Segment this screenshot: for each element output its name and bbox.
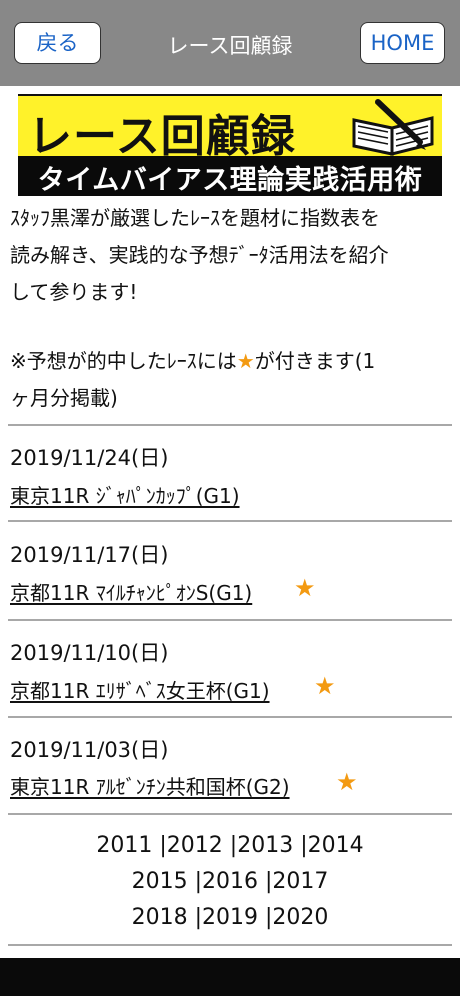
divider bbox=[8, 520, 452, 522]
home-button[interactable]: HOME bbox=[360, 22, 445, 64]
book-pen-icon bbox=[352, 99, 434, 156]
intro-line: 読み解き、実践的な予想ﾃﾞｰﾀ活用法を紹介 bbox=[10, 243, 389, 267]
banner: レース回顧録 タイムバイアス理論実践活用術 bbox=[18, 94, 442, 196]
divider bbox=[8, 619, 452, 621]
year-link[interactable]: |2020 bbox=[265, 905, 328, 930]
notice-line: ※予想が的中したﾚｰｽには★が付きます(1 bbox=[10, 343, 450, 380]
race-date: 2019/11/03(日) bbox=[10, 738, 169, 762]
divider bbox=[8, 716, 452, 718]
year-link[interactable]: 2011 bbox=[96, 833, 152, 858]
banner-subtitle: タイムバイアス理論実践活用術 bbox=[37, 165, 423, 196]
race-link[interactable]: 東京11R ｼﾞｬﾊﾟﾝｶｯﾌﾟ(G1) bbox=[10, 480, 240, 509]
divider bbox=[8, 944, 452, 946]
back-button[interactable]: 戻る bbox=[14, 22, 101, 64]
page-title: レース回顧録 bbox=[167, 34, 293, 58]
year-archive: 2011 |2012 |2013 |2014 2015 |2016 |2017 … bbox=[0, 828, 460, 936]
year-row: 2018 |2019 |2020 bbox=[0, 900, 460, 936]
footer-bar bbox=[0, 958, 460, 996]
year-link[interactable]: |2019 bbox=[195, 905, 258, 930]
notice-prefix: ※予想が的中したﾚｰｽには bbox=[10, 349, 237, 373]
race-link[interactable]: 京都11R ﾏｲﾙﾁｬﾝﾋﾟｵﾝS(G1) bbox=[10, 577, 252, 606]
divider bbox=[8, 424, 452, 426]
year-link[interactable]: |2016 bbox=[195, 869, 258, 894]
star-icon: ★ bbox=[314, 672, 336, 700]
year-link[interactable]: |2013 bbox=[230, 833, 293, 858]
year-link[interactable]: 2018 bbox=[132, 905, 188, 930]
race-link[interactable]: 京都11R ｴﾘｻﾞﾍﾞｽ女王杯(G1) bbox=[10, 675, 270, 704]
year-link[interactable]: |2012 bbox=[159, 833, 222, 858]
notice-line: ヶ月分掲載) bbox=[10, 386, 118, 410]
header-bar: 戻る レース回顧録 HOME bbox=[0, 0, 460, 86]
notice-suffix: が付きます(1 bbox=[254, 349, 376, 373]
hit-notice: ※予想が的中したﾚｰｽには★が付きます(1 ヶ月分掲載) bbox=[10, 343, 450, 417]
race-link[interactable]: 東京11R ｱﾙｾﾞﾝﾁﾝ共和国杯(G2) bbox=[10, 771, 290, 800]
year-link[interactable]: 2015 bbox=[132, 869, 188, 894]
star-icon: ★ bbox=[236, 349, 255, 373]
divider bbox=[8, 813, 452, 815]
banner-bottom: タイムバイアス理論実践活用術 bbox=[18, 156, 442, 196]
intro-text: ｽﾀｯﾌ黒澤が厳選したﾚｰｽを題材に指数表を 読み解き、実践的な予想ﾃﾞｰﾀ活用… bbox=[10, 200, 450, 311]
banner-title: レース回顧録 bbox=[28, 111, 296, 162]
race-date: 2019/11/10(日) bbox=[10, 641, 169, 665]
intro-line: して参ります! bbox=[10, 280, 138, 304]
race-date: 2019/11/24(日) bbox=[10, 446, 169, 470]
race-date: 2019/11/17(日) bbox=[10, 543, 169, 567]
star-icon: ★ bbox=[294, 574, 316, 602]
intro-line: ｽﾀｯﾌ黒澤が厳選したﾚｰｽを題材に指数表を bbox=[10, 206, 380, 230]
year-row: 2015 |2016 |2017 bbox=[0, 864, 460, 900]
year-link[interactable]: |2017 bbox=[265, 869, 328, 894]
year-row: 2011 |2012 |2013 |2014 bbox=[0, 828, 460, 864]
star-icon: ★ bbox=[336, 768, 358, 796]
banner-top: レース回顧録 bbox=[18, 94, 442, 162]
year-link[interactable]: |2014 bbox=[300, 833, 363, 858]
